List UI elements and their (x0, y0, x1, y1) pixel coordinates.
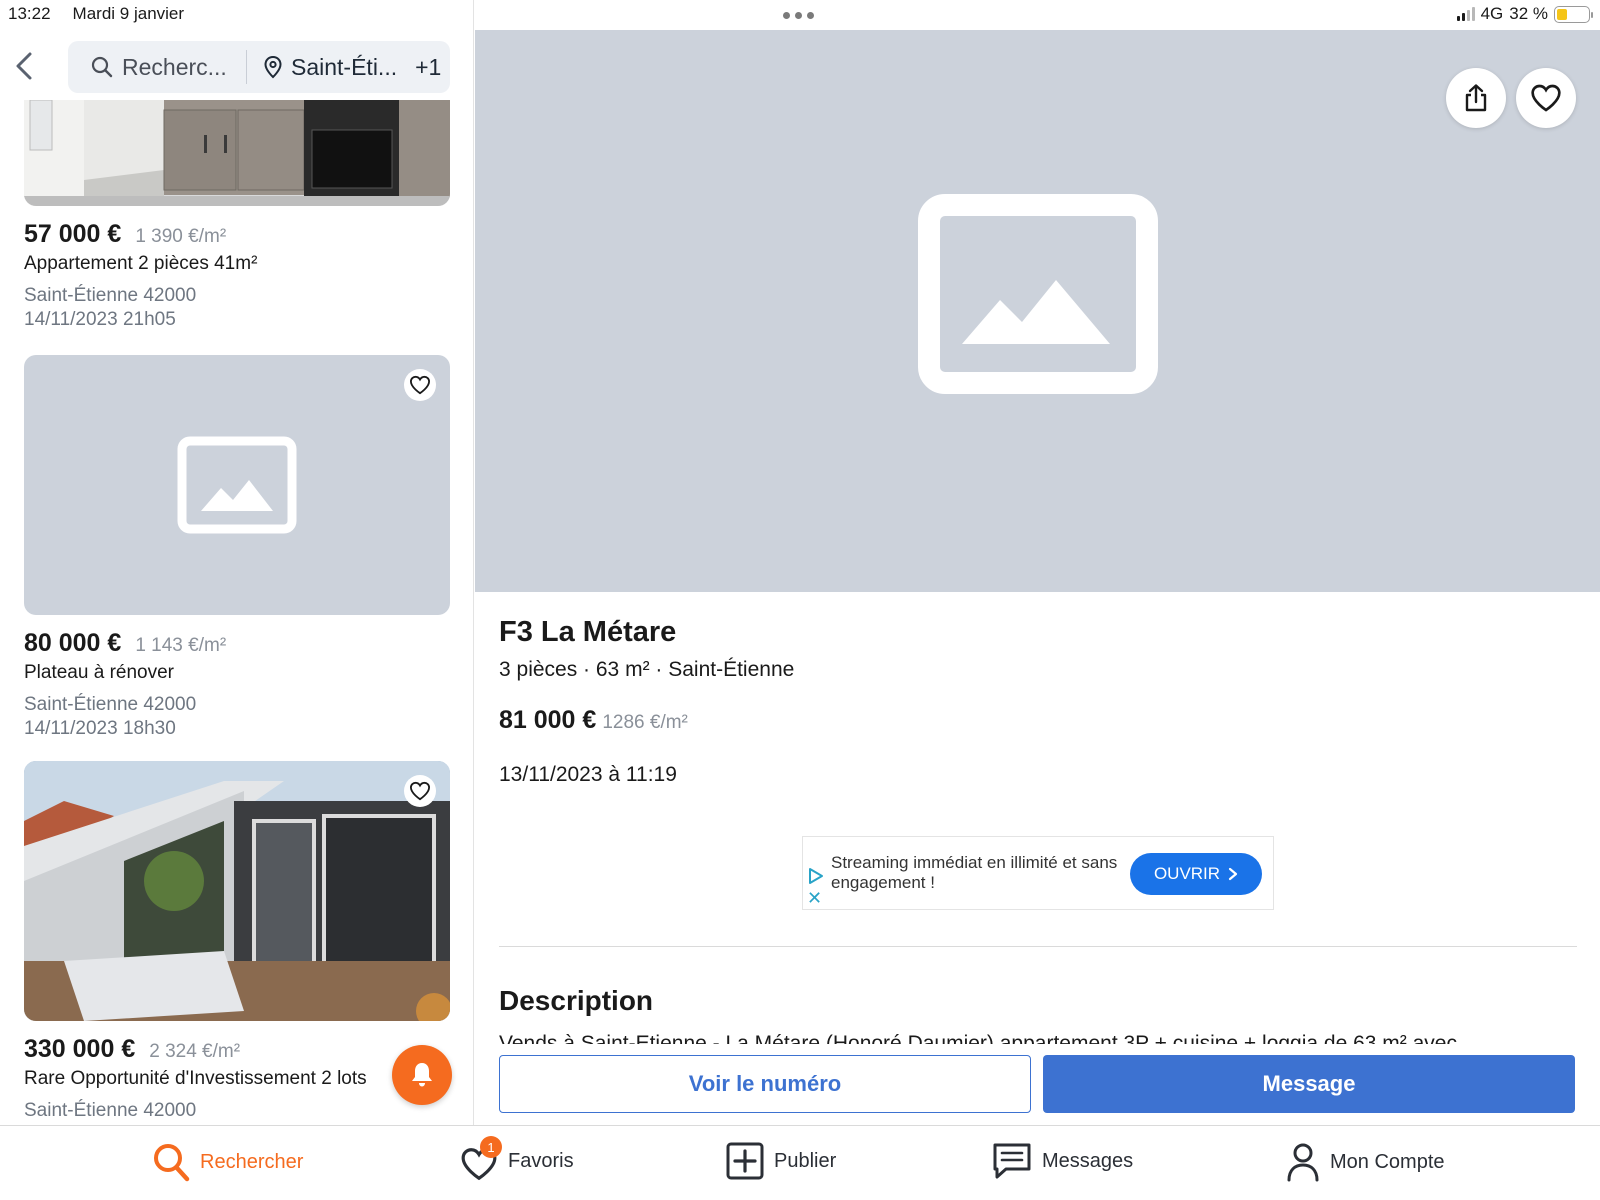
search-query-text: Recherc... (122, 53, 227, 80)
results-panel: 13:22 Mardi 9 janvier Recherc... Saint-É… (0, 0, 474, 1125)
banner-open-label: OUVRIR (1153, 864, 1221, 883)
listing-title: Appartement 2 pièces 41m² (24, 253, 258, 274)
favorites-icon-wrap: 1 (460, 1136, 502, 1181)
listing-price: 57 000 € (24, 220, 122, 248)
chevron-left-icon (16, 52, 32, 80)
section-divider (499, 946, 1577, 947)
listing-location: Saint-Étienne 42000 (24, 1100, 197, 1121)
share-button[interactable] (1446, 68, 1506, 128)
plus-square-icon (726, 1142, 764, 1180)
battery-level (1557, 8, 1567, 20)
share-icon (1465, 84, 1487, 112)
ad-choices-icon[interactable] (807, 867, 825, 885)
banner-open-button[interactable]: OUVRIR (1130, 853, 1262, 895)
top-strip (475, 0, 1600, 30)
listing-price-per-m2: 2 324 €/m² (149, 1041, 241, 1062)
image-placeholder-icon (918, 194, 1158, 394)
favorite-ad-button[interactable] (1516, 68, 1576, 128)
ad-detail-panel: 4G 32 % F3 La Métare 3 pièces · 63 m² · … (475, 0, 1600, 1125)
chat-icon (993, 1143, 1031, 1179)
tab-favorites-label: Favoris (508, 1149, 574, 1172)
listing-location: Saint-Étienne 42000 (24, 694, 197, 715)
status-bar-right: 4G 32 % (1456, 4, 1593, 24)
listing-price-per-m2: 1 390 €/m² (135, 226, 227, 247)
listing-price: 330 000 € (24, 1035, 136, 1063)
ad-price: 81 000 € (499, 706, 597, 734)
description-text: Vends à Saint-Etienne - La Métare (Honor… (499, 1032, 1457, 1045)
extra-locations-count: +1 (415, 53, 442, 80)
listing-price-per-m2: 1 143 €/m² (135, 635, 227, 656)
listing-location: Saint-Étienne 42000 (24, 285, 197, 306)
terrace-photo (24, 761, 450, 1021)
tab-bar: Rechercher 1 Favoris Publier Messages Mo… (0, 1125, 1600, 1200)
show-phone-button[interactable]: Voir le numéro (499, 1055, 1031, 1113)
favorite-button[interactable] (404, 369, 436, 401)
listing-price: 80 000 € (24, 629, 122, 657)
search-location-text: Saint-Éti... (291, 53, 398, 80)
contact-action-bar: Voir le numéro Message (475, 1044, 1600, 1125)
status-bar-left: 13:22 Mardi 9 janvier (8, 4, 184, 24)
banner-text: Streaming immédiat en illimité et sans e… (831, 853, 1118, 892)
tab-publish[interactable]: Publier (726, 1142, 836, 1180)
search-location-field[interactable]: Saint-Éti... +1 (247, 41, 441, 93)
favorites-badge: 1 (480, 1136, 502, 1158)
tab-favorites[interactable]: 1 Favoris (460, 1136, 574, 1181)
location-pin-icon (264, 55, 282, 79)
tab-messages-label: Messages (1042, 1149, 1134, 1172)
heart-icon (409, 375, 431, 395)
favorite-button[interactable] (404, 775, 436, 807)
description-heading: Description (499, 985, 654, 1016)
status-time: 13:22 (8, 4, 51, 23)
tab-account[interactable]: Mon Compte (1286, 1142, 1445, 1182)
listing-date: 14/11/2023 21h05 (24, 309, 176, 330)
chevron-right-icon (1228, 867, 1238, 881)
ad-hero-image[interactable] (475, 30, 1600, 592)
cellular-signal-icon (1456, 7, 1475, 21)
tab-publish-label: Publier (774, 1149, 837, 1172)
message-button[interactable]: Message (1043, 1055, 1575, 1113)
listing-photo-terrace (24, 761, 450, 1021)
tab-search[interactable]: Rechercher (152, 1142, 303, 1182)
ad-price-per-m2: 1286 €/m² (602, 712, 688, 733)
close-icon[interactable]: ✕ (807, 889, 822, 907)
listing-card[interactable]: 57 000 € 1 390 €/m² Appartement 2 pièces… (24, 100, 450, 331)
battery-icon (1554, 5, 1593, 23)
ad-date: 13/11/2023 à 11:19 (499, 763, 677, 786)
search-icon (154, 1144, 190, 1182)
ad-title: F3 La Métare (499, 616, 677, 648)
create-alert-button[interactable] (392, 1045, 452, 1105)
user-icon (1287, 1143, 1319, 1182)
battery-percent: 32 % (1509, 4, 1548, 23)
tab-messages[interactable]: Messages (992, 1142, 1133, 1180)
search-icon (91, 56, 113, 78)
ad-subtitle: 3 pièces · 63 m² · Saint-Étienne (499, 658, 795, 681)
back-button[interactable] (12, 50, 38, 82)
screen: 13:22 Mardi 9 janvier Recherc... Saint-É… (0, 0, 1600, 1200)
kitchen-photo (24, 100, 450, 206)
heart-icon (1531, 84, 1561, 112)
tab-search-label: Rechercher (200, 1150, 304, 1173)
multitasking-dots-icon[interactable] (783, 12, 814, 19)
listing-price-row: 57 000 € 1 390 €/m² (24, 220, 450, 249)
listing-title: Rare Opportunité d'Investissement 2 lots (24, 1068, 367, 1089)
listing-card[interactable]: 330 000 € 2 324 €/m² Rare Opportunité d'… (24, 761, 450, 1122)
status-date: Mardi 9 janvier (72, 4, 185, 23)
heart-icon (409, 781, 431, 801)
listing-price-row: 80 000 € 1 143 €/m² (24, 629, 450, 658)
listing-card[interactable]: 80 000 € 1 143 €/m² Plateau à rénover Sa… (24, 355, 450, 740)
listing-photo-placeholder (24, 355, 450, 615)
listing-date: 14/11/2023 18h30 (24, 718, 176, 739)
bell-icon (412, 1063, 432, 1087)
image-placeholder-icon (177, 436, 297, 534)
advertising-banner[interactable]: ✕ Streaming immédiat en illimité et sans… (802, 836, 1274, 910)
listing-title: Plateau à rénover (24, 662, 174, 683)
search-query-field[interactable]: Recherc... (68, 50, 247, 84)
search-bar[interactable]: Recherc... Saint-Éti... +1 (68, 41, 450, 93)
ad-price-row: 81 000 € 1286 €/m² (499, 706, 688, 735)
network-type: 4G (1480, 4, 1504, 23)
listing-price-row: 330 000 € 2 324 €/m² (24, 1035, 450, 1064)
listing-photo-kitchen (24, 100, 450, 206)
tab-account-label: Mon Compte (1330, 1150, 1445, 1173)
